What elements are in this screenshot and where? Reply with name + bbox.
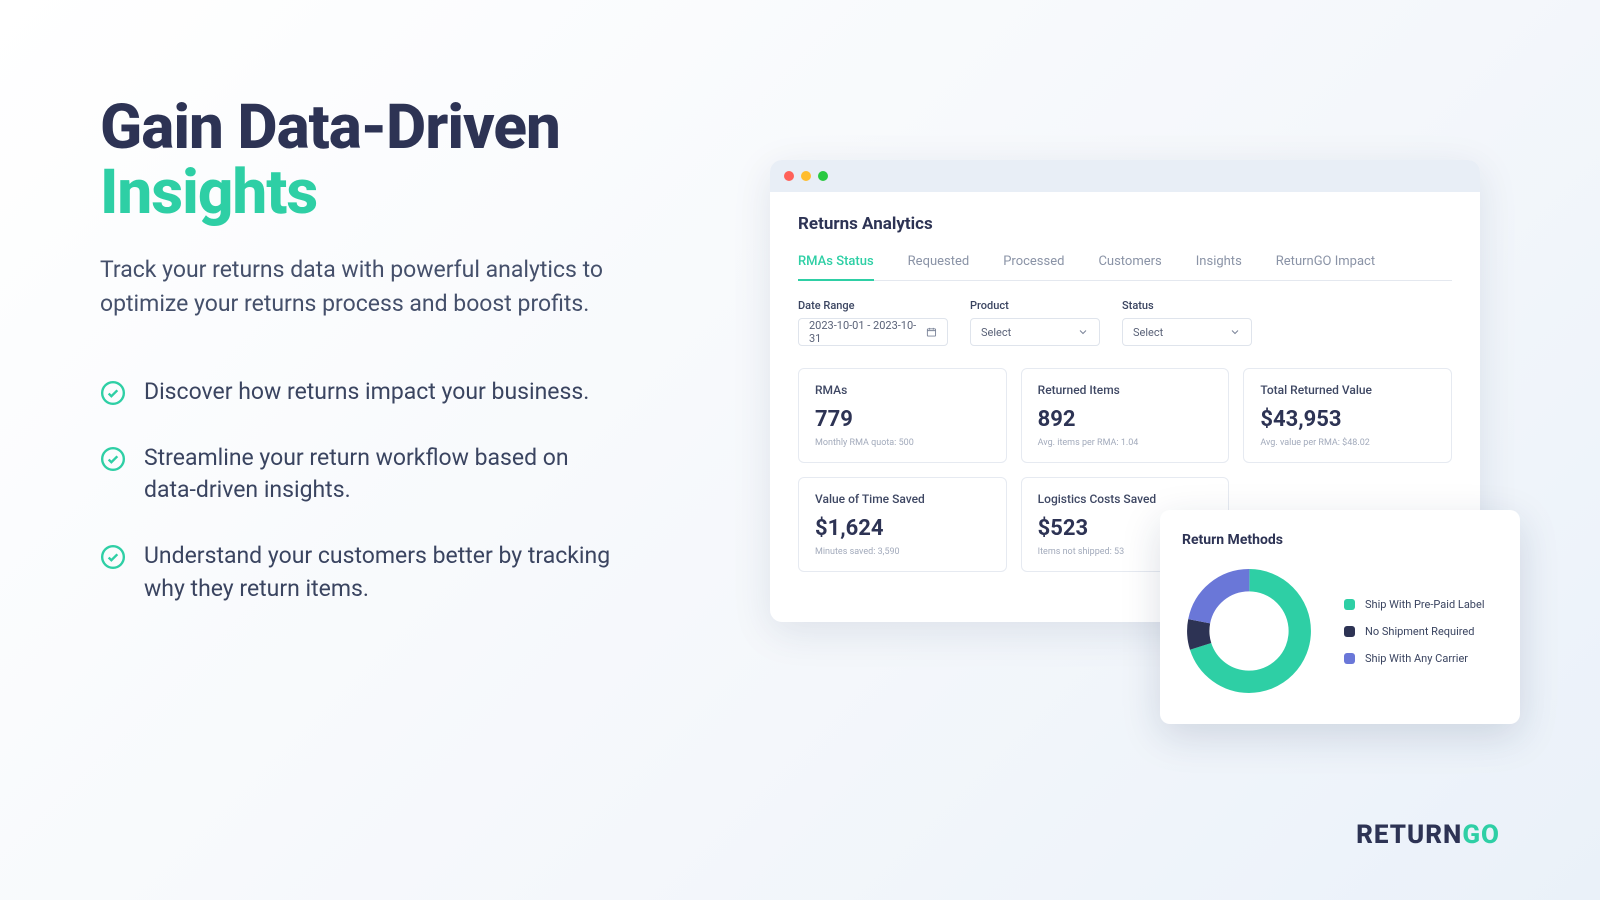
legend-label: Ship With Any Carrier	[1365, 652, 1468, 665]
stat-card-time-saved: Value of Time Saved $1,624 Minutes saved…	[798, 477, 1007, 572]
date-range-label: Date Range	[798, 299, 948, 312]
date-range-picker[interactable]: 2023-10-01 - 2023-10-31	[798, 318, 948, 346]
tabs: RMAs Status Requested Processed Customer…	[798, 254, 1452, 281]
check-circle-icon	[100, 544, 126, 570]
chevron-down-icon	[1229, 326, 1241, 338]
tab-insights[interactable]: Insights	[1196, 254, 1242, 280]
status-label: Status	[1122, 299, 1252, 312]
product-select[interactable]: Select	[970, 318, 1100, 346]
legend-item: Ship With Pre-Paid Label	[1344, 598, 1485, 611]
legend-swatch	[1344, 599, 1355, 610]
window-maximize-dot[interactable]	[818, 171, 828, 181]
brand-part2: GO	[1462, 820, 1500, 850]
hero-title-line2: Insights	[100, 156, 317, 229]
bullet-text: Discover how returns impact your busines…	[144, 376, 589, 408]
tab-returngo-impact[interactable]: ReturnGO Impact	[1276, 254, 1375, 280]
date-range-value: 2023-10-01 - 2023-10-31	[809, 319, 918, 345]
card-value: $43,953	[1260, 407, 1435, 432]
card-label: Returned Items	[1038, 383, 1213, 397]
card-sub: Avg. items per RMA: 1.04	[1038, 438, 1213, 448]
bullet-item: Understand your customers better by trac…	[100, 540, 620, 604]
card-label: Logistics Costs Saved	[1038, 492, 1213, 506]
hero-title: Gain Data-Driven Insights	[100, 95, 620, 225]
chevron-down-icon	[1077, 326, 1089, 338]
legend-swatch	[1344, 626, 1355, 637]
calendar-icon	[926, 326, 937, 338]
card-sub: Monthly RMA quota: 500	[815, 438, 990, 448]
card-value: 892	[1038, 407, 1213, 432]
legend-label: Ship With Pre-Paid Label	[1365, 598, 1485, 611]
return-methods-title: Return Methods	[1182, 532, 1498, 548]
legend-item: No Shipment Required	[1344, 625, 1485, 638]
legend-label: No Shipment Required	[1365, 625, 1474, 638]
stat-card-total-returned-value: Total Returned Value $43,953 Avg. value …	[1243, 368, 1452, 463]
tab-customers[interactable]: Customers	[1098, 254, 1161, 280]
product-label: Product	[970, 299, 1100, 312]
brand-part1: RETURN	[1356, 820, 1462, 850]
window-minimize-dot[interactable]	[801, 171, 811, 181]
page-title: Returns Analytics	[798, 214, 1452, 234]
check-circle-icon	[100, 380, 126, 406]
hero-bullets: Discover how returns impact your busines…	[100, 376, 620, 605]
hero-subtitle: Track your returns data with powerful an…	[100, 253, 620, 320]
stat-card-returned-items: Returned Items 892 Avg. items per RMA: 1…	[1021, 368, 1230, 463]
legend-item: Ship With Any Carrier	[1344, 652, 1485, 665]
check-circle-icon	[100, 446, 126, 472]
legend-swatch	[1344, 653, 1355, 664]
return-methods-panel: Return Methods Ship With Pre-Paid Label …	[1160, 510, 1520, 724]
window-close-dot[interactable]	[784, 171, 794, 181]
card-label: Total Returned Value	[1260, 383, 1435, 397]
tab-requested[interactable]: Requested	[908, 254, 970, 280]
bullet-item: Discover how returns impact your busines…	[100, 376, 620, 408]
bullet-item: Streamline your return workflow based on…	[100, 442, 620, 506]
card-label: Value of Time Saved	[815, 492, 990, 506]
stat-card-rmas: RMAs 779 Monthly RMA quota: 500	[798, 368, 1007, 463]
return-methods-donut-chart	[1182, 564, 1316, 698]
filters-row: Date Range 2023-10-01 - 2023-10-31 Produ…	[798, 299, 1452, 346]
card-value: $1,624	[815, 516, 990, 541]
bullet-text: Streamline your return workflow based on…	[144, 442, 620, 506]
tab-rmas-status[interactable]: RMAs Status	[798, 254, 874, 281]
tab-processed[interactable]: Processed	[1003, 254, 1064, 280]
window-chrome	[770, 160, 1480, 192]
product-value: Select	[981, 326, 1011, 339]
card-sub: Minutes saved: 3,590	[815, 547, 990, 557]
return-methods-legend: Ship With Pre-Paid Label No Shipment Req…	[1344, 598, 1485, 665]
bullet-text: Understand your customers better by trac…	[144, 540, 620, 604]
hero-title-line1: Gain Data-Driven	[100, 91, 560, 164]
status-value: Select	[1133, 326, 1163, 339]
card-sub: Avg. value per RMA: $48.02	[1260, 438, 1435, 448]
card-value: 779	[815, 407, 990, 432]
card-label: RMAs	[815, 383, 990, 397]
brand-logo: RETURNGO	[1356, 820, 1500, 850]
status-select[interactable]: Select	[1122, 318, 1252, 346]
